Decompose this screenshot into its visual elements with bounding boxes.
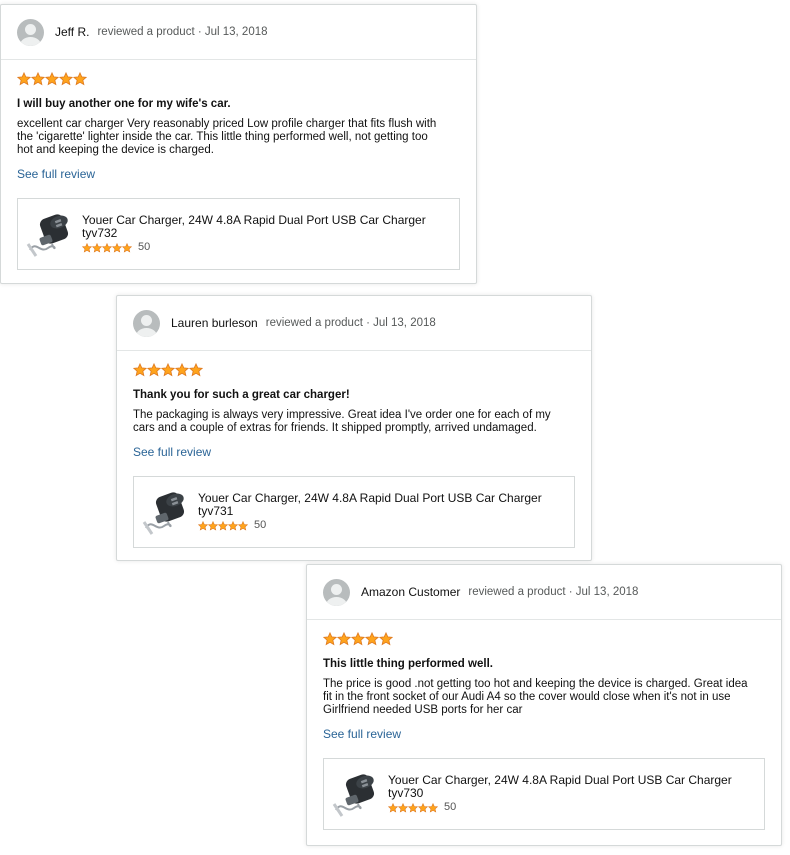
star-icon — [337, 632, 351, 646]
star-icon — [133, 363, 147, 377]
review-text-line: fit in the front socket of our Audi A4 s… — [323, 691, 731, 703]
product-sku: tyv732 — [82, 226, 118, 240]
product-card[interactable]: Youer Car Charger, 24W 4.8A Rapid Dual P… — [133, 476, 575, 548]
product-name[interactable]: Youer Car Charger, 24W 4.8A Rapid Dual P… — [388, 774, 732, 787]
car-charger-thumbnail[interactable] — [26, 210, 72, 258]
review-card-3: Amazon Customer reviewed a product · Jul… — [306, 564, 782, 846]
star-icon — [147, 363, 161, 377]
product-sku: tyv730 — [388, 786, 424, 800]
star-icon — [82, 242, 92, 253]
user-avatar-icon[interactable] — [17, 18, 44, 46]
product-name[interactable]: Youer Car Charger, 24W 4.8A Rapid Dual P… — [198, 492, 542, 505]
star-icon — [122, 242, 132, 253]
star-icon — [208, 520, 218, 531]
review-header: Lauren burleson reviewed a product · Jul… — [117, 296, 591, 351]
review-star-rating — [323, 632, 765, 648]
star-icon — [189, 363, 203, 377]
review-text-line: The price is good .not getting too hot a… — [323, 678, 748, 690]
review-title: This little thing performed well. — [323, 658, 493, 670]
star-icon — [45, 72, 59, 86]
author-name[interactable]: Lauren burleson — [171, 316, 258, 330]
review-title: I will buy another one for my wife's car… — [17, 98, 231, 110]
star-icon — [161, 363, 175, 377]
product-card[interactable]: Youer Car Charger, 24W 4.8A Rapid Dual P… — [323, 758, 765, 830]
user-avatar-icon[interactable] — [323, 578, 350, 606]
star-icon — [102, 242, 112, 253]
star-icon — [59, 72, 73, 86]
product-name[interactable]: Youer Car Charger, 24W 4.8A Rapid Dual P… — [82, 214, 426, 227]
star-icon — [351, 632, 365, 646]
star-icon — [17, 72, 31, 86]
review-meta: reviewed a product · Jul 13, 2018 — [97, 26, 268, 38]
star-icon — [238, 520, 248, 531]
review-text: excellent car charger Very reasonably pr… — [17, 118, 460, 157]
star-icon — [379, 632, 393, 646]
car-charger-thumbnail[interactable] — [142, 488, 188, 536]
review-text-line: excellent car charger Very reasonably pr… — [17, 118, 437, 130]
review-header: Jeff R. reviewed a product · Jul 13, 201… — [1, 5, 476, 60]
star-icon — [408, 802, 418, 813]
rating-count[interactable]: 50 — [444, 801, 456, 814]
star-icon — [175, 363, 189, 377]
review-text-line: hot and keeping the device is charged. — [17, 144, 214, 156]
star-icon — [31, 72, 45, 86]
car-charger-thumbnail[interactable] — [332, 770, 378, 818]
rating-count[interactable]: 50 — [254, 519, 266, 532]
star-icon — [112, 242, 122, 253]
review-title: Thank you for such a great car charger! — [133, 389, 350, 401]
author-name[interactable]: Amazon Customer — [361, 585, 460, 599]
star-icon — [218, 520, 228, 531]
see-full-review-link[interactable]: See full review — [133, 445, 211, 459]
review-star-rating — [17, 72, 460, 88]
author-name[interactable]: Jeff R. — [55, 25, 89, 39]
product-star-rating — [198, 520, 248, 531]
rating-count[interactable]: 50 — [138, 241, 150, 254]
star-icon — [323, 632, 337, 646]
star-icon — [398, 802, 408, 813]
review-meta: reviewed a product · Jul 13, 2018 — [468, 586, 639, 598]
star-icon — [418, 802, 428, 813]
product-star-rating — [388, 802, 438, 813]
product-card[interactable]: Youer Car Charger, 24W 4.8A Rapid Dual P… — [17, 198, 460, 270]
review-text: The price is good .not getting too hot a… — [323, 678, 765, 717]
star-icon — [198, 520, 208, 531]
review-meta: reviewed a product · Jul 13, 2018 — [265, 317, 436, 329]
review-text-line: The packaging is always very impressive.… — [133, 409, 551, 421]
review-card-2: Lauren burleson reviewed a product · Jul… — [116, 295, 592, 561]
star-icon — [428, 802, 438, 813]
product-star-rating — [82, 242, 132, 253]
star-icon — [92, 242, 102, 253]
star-icon — [388, 802, 398, 813]
review-text-line: the 'cigarette' lighter inside the car. … — [17, 131, 428, 143]
review-card-1: Jeff R. reviewed a product · Jul 13, 201… — [0, 4, 477, 284]
review-star-rating — [133, 363, 575, 379]
see-full-review-link[interactable]: See full review — [17, 167, 95, 181]
review-text-line: cars and a couple of extras for friends.… — [133, 422, 537, 434]
review-text: The packaging is always very impressive.… — [133, 409, 575, 435]
star-icon — [365, 632, 379, 646]
star-icon — [73, 72, 87, 86]
star-icon — [228, 520, 238, 531]
see-full-review-link[interactable]: See full review — [323, 727, 401, 741]
review-header: Amazon Customer reviewed a product · Jul… — [307, 565, 781, 620]
user-avatar-icon[interactable] — [133, 309, 160, 337]
product-sku: tyv731 — [198, 504, 234, 518]
review-text-line: Girlfriend needed USB ports for her car — [323, 704, 523, 716]
